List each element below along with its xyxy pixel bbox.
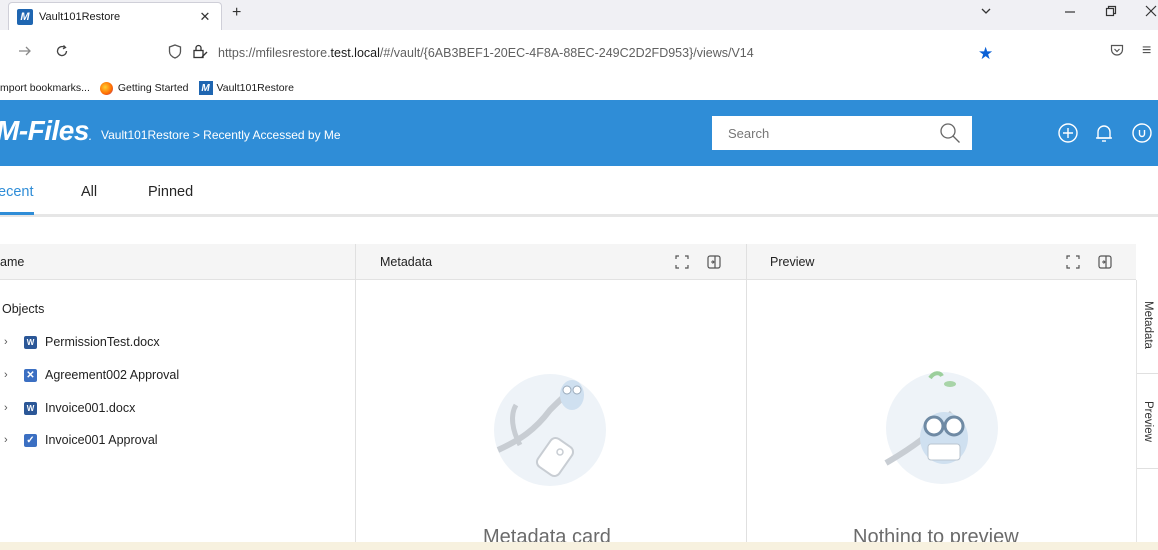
preview-owl-binoculars-illustration-icon <box>884 371 998 484</box>
bookmark-getting-started[interactable]: Getting Started <box>99 81 189 95</box>
active-tab-indicator <box>0 212 34 215</box>
name-column-header[interactable]: ame <box>0 255 24 269</box>
firefox-icon <box>99 81 113 95</box>
list-item[interactable]: › W PermissionTest.docx <box>0 332 160 352</box>
assignment-complete-icon: ✓ <box>24 433 37 447</box>
add-icon[interactable] <box>1056 121 1080 145</box>
word-doc-icon: W <box>24 335 37 349</box>
side-tab-preview[interactable]: Preview <box>1137 376 1158 466</box>
chevron-right-icon[interactable]: › <box>4 336 18 348</box>
chevron-right-icon[interactable]: › <box>4 369 18 381</box>
list-item[interactable]: › W Invoice001.docx <box>0 398 135 418</box>
m-files-favicon-icon: M <box>17 8 33 25</box>
side-tab-metadata[interactable]: Metadata <box>1137 280 1158 370</box>
browser-nav-bar: https://mfilesrestore.test.local/#/vault… <box>0 30 1158 76</box>
item-label: Invoice001 Approval <box>45 433 158 447</box>
minimize-icon[interactable] <box>1064 4 1076 20</box>
dock-panel-icon[interactable] <box>706 254 722 273</box>
logo-text: M-Files <box>0 115 89 146</box>
url-bar[interactable]: https://mfilesrestore.test.local/#/vault… <box>168 40 1008 66</box>
tab-divider <box>0 214 1158 217</box>
browser-tab[interactable]: M Vault101Restore ✕ <box>8 2 222 30</box>
side-tabs: Metadata Preview <box>1136 280 1158 550</box>
app-header: M-Files. Vault101Restore > Recently Acce… <box>0 100 1158 166</box>
metadata-title: Metadata <box>380 254 433 269</box>
side-tab-divider <box>1137 468 1158 469</box>
tab-all[interactable]: All <box>81 184 97 200</box>
list-header[interactable]: ame <box>0 244 355 280</box>
view-tabs: ecent All Pinned <box>0 166 1158 218</box>
logo-dot: . <box>88 132 92 142</box>
hamburger-menu-icon[interactable]: ≡ <box>1142 42 1151 60</box>
status-strip <box>0 542 1158 550</box>
browser-tab-bar: M Vault101Restore ✕ + <box>0 0 1158 30</box>
list-item[interactable]: › ✕ Agreement002 Approval <box>0 365 179 385</box>
side-tab-label: Metadata <box>1142 301 1154 349</box>
preview-header: Preview <box>747 244 1136 280</box>
side-tab-label: Preview <box>1142 400 1154 442</box>
new-tab-icon[interactable]: + <box>232 4 241 22</box>
browser-window: M Vault101Restore ✕ + https://mfilesrest… <box>0 0 1158 550</box>
preview-title: Preview <box>770 254 815 269</box>
chevron-down-icon[interactable] <box>980 4 992 20</box>
restore-icon[interactable] <box>1105 4 1117 20</box>
word-doc-icon: W <box>24 401 37 415</box>
side-tab-divider <box>1137 373 1158 374</box>
maximize-icon[interactable] <box>1065 254 1081 273</box>
item-label: Agreement002 Approval <box>45 368 180 382</box>
lock-icon[interactable] <box>192 44 208 62</box>
bookmark-label: Vault101Restore <box>216 82 294 94</box>
reload-icon[interactable] <box>55 44 69 63</box>
dock-panel-icon[interactable] <box>1097 254 1113 273</box>
bookmark-vault[interactable]: M Vault101Restore <box>198 81 294 95</box>
url-scheme: https://mfilesrestore. <box>218 46 331 60</box>
item-label: Invoice001.docx <box>45 401 136 415</box>
bookmark-star-icon[interactable]: ★ <box>978 44 993 64</box>
bookmark-import[interactable]: mport bookmarks... <box>0 82 90 94</box>
shield-icon[interactable] <box>168 44 182 62</box>
search-box <box>712 116 972 150</box>
user-avatar-icon[interactable] <box>1130 121 1154 145</box>
search-input[interactable] <box>728 125 928 141</box>
url-text[interactable]: https://mfilesrestore.test.local/#/vault… <box>218 46 754 60</box>
search-icon[interactable] <box>928 122 972 144</box>
metadata-header: Metadata <box>356 244 746 280</box>
objects-group[interactable]: Objects <box>0 302 44 316</box>
url-host: test.local <box>330 46 380 60</box>
bookmark-label: mport bookmarks... <box>0 82 90 94</box>
preview-panel: Nothing to preview <box>747 280 1136 550</box>
browser-tab-title: Vault101Restore <box>39 10 121 23</box>
url-path: /#/vault/{6AB3BEF1-20EC-4F8A-88EC-249C2D… <box>379 46 754 60</box>
m-files-logo[interactable]: M-Files. <box>0 115 91 147</box>
side-tabs-spacer <box>1136 244 1158 280</box>
item-label: PermissionTest.docx <box>45 335 160 349</box>
maximize-icon[interactable] <box>674 254 690 273</box>
tab-recent[interactable]: ecent <box>0 184 33 200</box>
close-window-icon[interactable] <box>1145 4 1157 20</box>
notifications-bell-icon[interactable] <box>1092 121 1116 145</box>
assignment-icon: ✕ <box>24 368 37 382</box>
metadata-panel: Metadata card <box>356 280 746 550</box>
forward-arrow-icon[interactable] <box>18 44 32 63</box>
bookmark-label: Getting Started <box>117 82 189 94</box>
close-tab-icon[interactable]: ✕ <box>195 9 215 25</box>
list-item[interactable]: › ✓ Invoice001 Approval <box>0 430 158 450</box>
m-files-icon: M <box>198 81 213 95</box>
breadcrumb[interactable]: Vault101Restore > Recently Accessed by M… <box>101 128 341 142</box>
pocket-icon[interactable] <box>1110 44 1124 61</box>
bookmarks-bar: mport bookmarks... Getting Started M Vaul… <box>0 76 1158 100</box>
chevron-right-icon[interactable]: › <box>4 402 18 414</box>
tab-pinned[interactable]: Pinned <box>148 184 193 200</box>
chevron-right-icon[interactable]: › <box>4 434 18 446</box>
group-label: Objects <box>2 302 45 316</box>
metadata-owl-illustration-icon <box>494 374 606 486</box>
